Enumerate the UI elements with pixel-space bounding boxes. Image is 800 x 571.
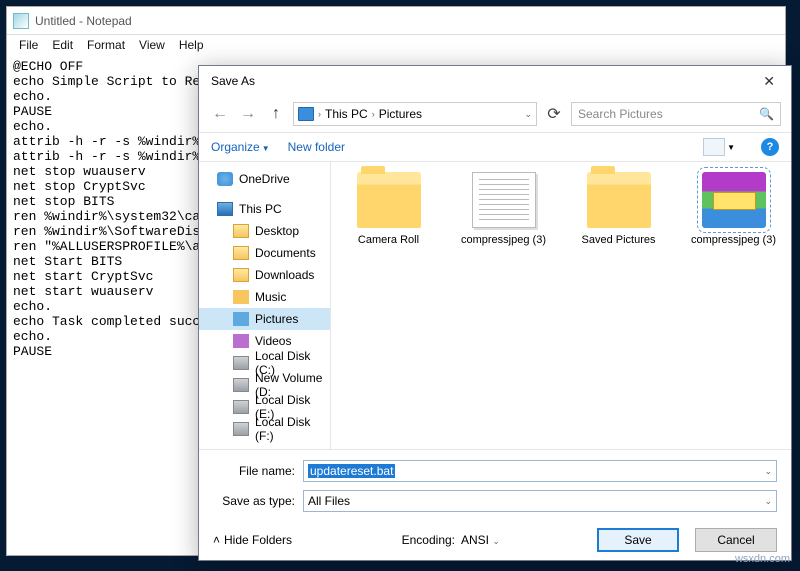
- chevron-right-icon: ›: [372, 109, 375, 119]
- saveastype-select[interactable]: All Files ⌄: [303, 490, 777, 512]
- video-icon: [233, 334, 249, 348]
- menu-file[interactable]: File: [19, 38, 38, 52]
- file-item-saved-pictures[interactable]: Saved Pictures: [571, 172, 666, 246]
- up-button[interactable]: ↑: [265, 103, 287, 125]
- chevron-down-icon[interactable]: ⌄: [524, 109, 532, 120]
- menu-format[interactable]: Format: [87, 38, 125, 52]
- tree-downloads[interactable]: Downloads: [199, 264, 330, 286]
- cloud-icon: [217, 172, 233, 186]
- chevron-down-icon[interactable]: ⌄: [492, 536, 500, 546]
- save-button[interactable]: Save: [597, 528, 679, 552]
- crumb-current[interactable]: Pictures: [379, 107, 422, 121]
- tree-thispc[interactable]: This PC: [199, 198, 330, 220]
- folder-icon: [233, 268, 249, 282]
- chevron-down-icon[interactable]: ⌄: [764, 466, 772, 477]
- help-button[interactable]: ?: [761, 138, 779, 156]
- tree-onedrive[interactable]: OneDrive: [199, 168, 330, 190]
- encoding-label: Encoding:: [402, 533, 455, 547]
- notepad-icon: [13, 13, 29, 29]
- hide-folders-toggle[interactable]: ˄ Hide Folders: [213, 533, 292, 547]
- search-icon: 🔍: [759, 107, 774, 121]
- menu-help[interactable]: Help: [179, 38, 204, 52]
- tree-documents[interactable]: Documents: [199, 242, 330, 264]
- chevron-right-icon: ›: [318, 109, 321, 119]
- file-item-camera-roll[interactable]: Camera Roll: [341, 172, 436, 246]
- file-label: compressjpeg (3): [461, 234, 546, 246]
- main-pane: OneDrive This PC Desktop Documents Downl…: [199, 162, 791, 449]
- folder-icon: [233, 246, 249, 260]
- forward-button[interactable]: →: [237, 103, 259, 125]
- pictures-icon: [233, 312, 249, 326]
- save-as-dialog: Save As ✕ ← → ↑ › This PC › Pictures ⌄ ⟳…: [198, 65, 792, 561]
- view-toggle: ▼: [703, 138, 735, 156]
- menu-edit[interactable]: Edit: [52, 38, 73, 52]
- file-label: compressjpeg (3): [691, 234, 776, 246]
- view-mode-button[interactable]: [703, 138, 725, 156]
- folder-icon: [587, 172, 651, 228]
- chevron-up-icon: ˄: [213, 533, 220, 547]
- chevron-down-icon: ▼: [262, 144, 270, 153]
- archive-icon: [702, 172, 766, 228]
- menu-view[interactable]: View: [139, 38, 165, 52]
- notepad-title: Untitled - Notepad: [35, 14, 132, 28]
- disk-icon: [233, 422, 249, 436]
- tree-pictures[interactable]: Pictures: [199, 308, 330, 330]
- tree-desktop[interactable]: Desktop: [199, 220, 330, 242]
- document-icon: [472, 172, 536, 228]
- disk-icon: [233, 356, 249, 370]
- notepad-menubar: File Edit Format View Help: [7, 35, 785, 55]
- tree-music[interactable]: Music: [199, 286, 330, 308]
- dialog-title: Save As: [211, 74, 255, 88]
- dialog-bottom: File name: updatereset.bat ⌄ Save as typ…: [199, 449, 791, 560]
- music-icon: [233, 290, 249, 304]
- back-button[interactable]: ←: [209, 103, 231, 125]
- cancel-button[interactable]: Cancel: [695, 528, 777, 552]
- filename-value: updatereset.bat: [308, 464, 395, 478]
- saveastype-value: All Files: [308, 494, 350, 508]
- crumb-root[interactable]: This PC: [325, 107, 368, 121]
- organize-button[interactable]: Organize▼: [211, 140, 270, 154]
- search-placeholder: Search Pictures: [578, 107, 663, 121]
- folder-icon: [357, 172, 421, 228]
- disk-icon: [233, 400, 249, 414]
- pc-icon: [217, 202, 233, 216]
- saveastype-label: Save as type:: [213, 494, 303, 508]
- file-list[interactable]: Camera Roll compressjpeg (3) Saved Pictu…: [331, 162, 791, 449]
- disk-icon: [233, 378, 249, 392]
- chevron-down-icon[interactable]: ▼: [727, 143, 735, 152]
- chevron-down-icon[interactable]: ⌄: [764, 496, 772, 507]
- close-button[interactable]: ✕: [755, 71, 783, 92]
- refresh-button[interactable]: ⟳: [543, 103, 565, 125]
- file-item-compressjpeg-rar[interactable]: compressjpeg (3): [686, 172, 781, 246]
- nav-tree: OneDrive This PC Desktop Documents Downl…: [199, 162, 331, 449]
- file-label: Camera Roll: [358, 234, 419, 246]
- nav-bar: ← → ↑ › This PC › Pictures ⌄ ⟳ Search Pi…: [199, 96, 791, 132]
- encoding-value: ANSI: [461, 533, 489, 547]
- new-folder-button[interactable]: New folder: [288, 140, 345, 154]
- toolbar: Organize▼ New folder ▼ ?: [199, 132, 791, 162]
- search-input[interactable]: Search Pictures 🔍: [571, 102, 781, 126]
- dialog-titlebar[interactable]: Save As ✕: [199, 66, 791, 96]
- filename-input[interactable]: updatereset.bat ⌄: [303, 460, 777, 482]
- watermark: wsxdn.com: [735, 553, 790, 565]
- notepad-titlebar[interactable]: Untitled - Notepad: [7, 7, 785, 35]
- tree-disk-f[interactable]: Local Disk (F:): [199, 418, 330, 440]
- file-item-compressjpeg[interactable]: compressjpeg (3): [456, 172, 551, 246]
- breadcrumb[interactable]: › This PC › Pictures ⌄: [293, 102, 537, 126]
- filename-label: File name:: [213, 464, 303, 478]
- encoding-select[interactable]: ANSI ⌄: [461, 533, 581, 547]
- folder-icon: [233, 224, 249, 238]
- file-label: Saved Pictures: [582, 234, 656, 246]
- pc-icon: [298, 107, 314, 121]
